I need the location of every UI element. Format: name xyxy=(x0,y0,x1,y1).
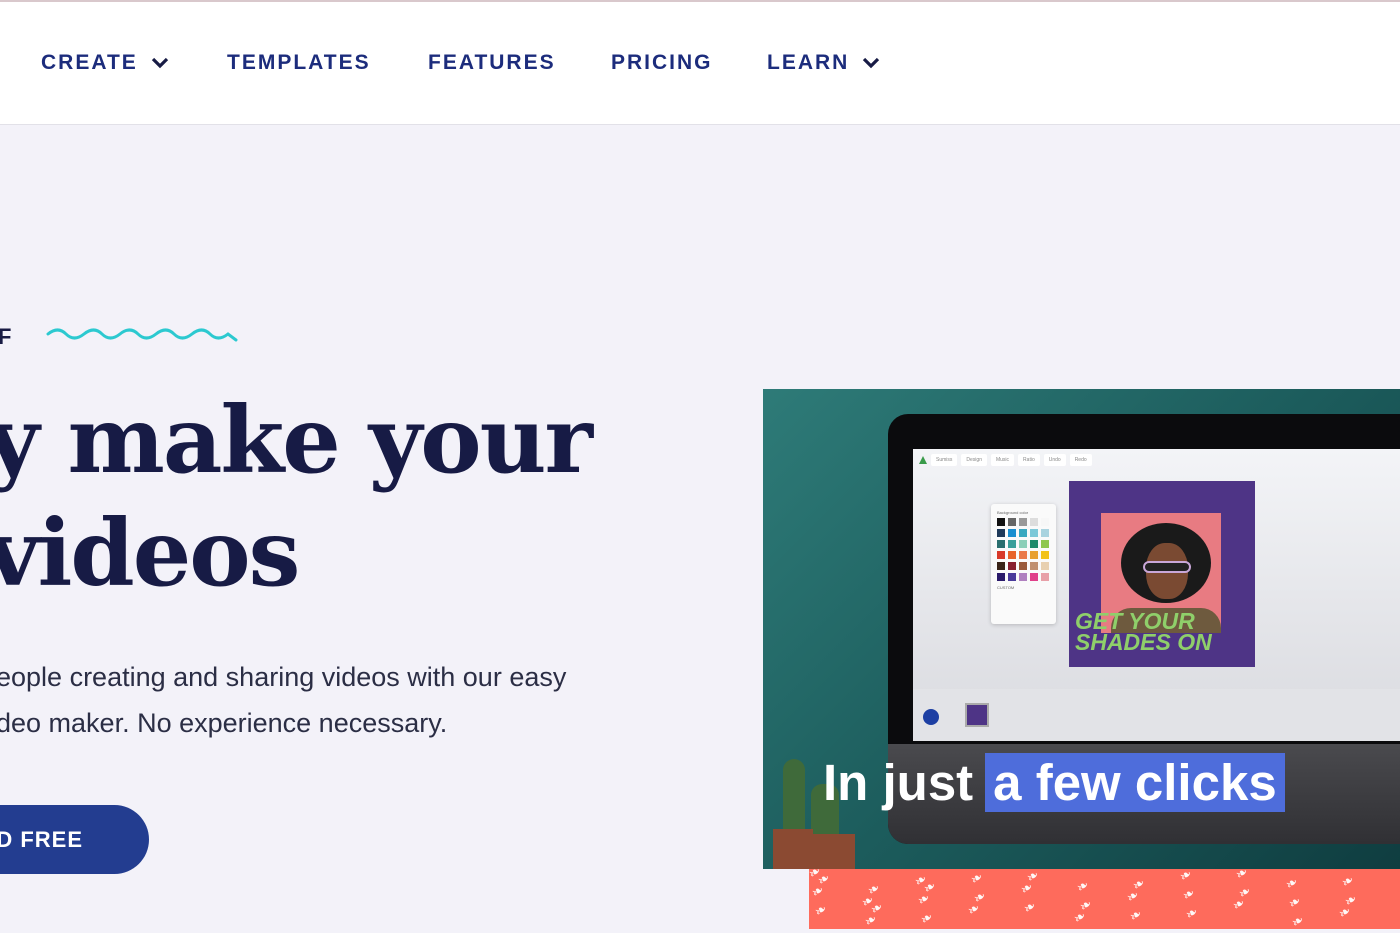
color-swatch xyxy=(1019,518,1027,526)
nav-item-label: TEMPLATES xyxy=(227,51,371,74)
feather-pattern-mark: ❧ xyxy=(967,868,986,889)
feather-pattern-mark: ❧ xyxy=(1182,903,1201,924)
nav-item-pricing[interactable]: PRICING xyxy=(611,50,713,76)
color-swatch xyxy=(1030,540,1038,548)
nav-item-templates[interactable]: TEMPLATES xyxy=(227,50,371,76)
editor-screen: Sumiss Design Music Ratio Undo Redo Back… xyxy=(913,449,1400,741)
color-swatch xyxy=(997,562,1005,570)
color-swatch xyxy=(1008,562,1016,570)
color-swatch xyxy=(1019,551,1027,559)
nav-item-label: PRICING xyxy=(611,51,713,74)
color-swatch xyxy=(1030,518,1038,526)
color-swatch xyxy=(1041,529,1049,537)
color-swatch xyxy=(1008,573,1016,581)
timeline xyxy=(913,689,1400,741)
nav-item-label: FEATURES xyxy=(428,51,556,74)
coral-pattern-band: ❧ ❧ ❧ ❧ ❧ ❧ ❧ ❧ ❧ ❧ ❧ ❧ ❧ ❧ ❧ ❧ ❧ ❧ ❧ ❧ ❧ ❧ ❧ ❧ ❧ ❧ ❧ ❧ ❧ ❧ ❧ ❧ ❧ ❧ ❧ ❧ xyxy=(809,868,1400,929)
hero-subtext: eople creating and sharing videos with o… xyxy=(0,654,566,746)
cactus-decoration xyxy=(783,759,805,829)
cta-button[interactable]: D FREE xyxy=(0,805,149,874)
headline-line-1: y make your xyxy=(0,386,593,494)
promo-line-2: SHADES ON xyxy=(1075,629,1212,655)
color-swatch xyxy=(1019,540,1027,548)
color-swatch xyxy=(1030,551,1038,559)
color-swatch xyxy=(1008,518,1016,526)
feather-pattern-mark: ❧ xyxy=(917,908,936,929)
feather-pattern-mark: ❧ xyxy=(1073,876,1092,897)
pot-decoration xyxy=(807,834,855,869)
nav-item-learn[interactable]: LEARN xyxy=(767,50,881,76)
palette-custom-label: CUSTOM xyxy=(997,585,1015,590)
nav-item-features[interactable]: FEATURES xyxy=(428,50,556,76)
subtext-line-2: deo maker. No experience necessary. xyxy=(0,708,448,738)
color-swatch xyxy=(1030,562,1038,570)
feather-pattern-mark: ❧ xyxy=(1285,892,1304,913)
scene-thumbnail xyxy=(965,703,989,727)
color-swatch xyxy=(997,518,1005,526)
color-swatch xyxy=(997,529,1005,537)
feather-pattern-mark: ❧ xyxy=(1176,868,1195,886)
caption-highlight: a few clicks xyxy=(985,753,1285,812)
color-palette: Background color CUSTOM xyxy=(991,504,1056,624)
color-swatch xyxy=(997,540,1005,548)
feather-pattern-mark: ❧ xyxy=(1288,911,1307,929)
color-swatch xyxy=(1008,540,1016,548)
hero-headline: y make your videos xyxy=(0,384,593,610)
wave-decoration xyxy=(46,328,238,342)
swatch-grid xyxy=(997,518,1050,581)
feather-pattern-mark: ❧ xyxy=(1179,884,1198,905)
chevron-down-icon xyxy=(151,57,168,69)
main-nav: CREATE TEMPLATES FEATURES PRICING LEARN xyxy=(0,2,1400,125)
color-swatch xyxy=(1030,529,1038,537)
color-swatch xyxy=(1019,529,1027,537)
color-swatch xyxy=(1019,562,1027,570)
subtext-line-1: eople creating and sharing videos with o… xyxy=(0,662,567,692)
color-swatch xyxy=(1041,573,1049,581)
color-swatch xyxy=(997,573,1005,581)
feather-pattern-mark: ❧ xyxy=(1232,868,1251,884)
editor-toolbar: Sumiss Design Music Ratio Undo Redo xyxy=(913,449,1400,471)
design-canvas: GET YOUR SHADES ON xyxy=(1069,481,1255,667)
color-swatch xyxy=(997,551,1005,559)
toolbar-button: Sumiss xyxy=(931,454,958,466)
palette-title: Background color xyxy=(997,510,1029,515)
feather-pattern-mark: ❧ xyxy=(1282,873,1301,894)
toolbar-button: Undo xyxy=(1043,454,1066,466)
feather-pattern-mark: ❧ xyxy=(1126,905,1145,926)
toolbar-button: Redo xyxy=(1069,454,1092,466)
chevron-down-icon xyxy=(863,57,880,69)
color-swatch xyxy=(1041,551,1049,559)
logo-icon xyxy=(919,456,927,464)
hero-video[interactable]: Sumiss Design Music Ratio Undo Redo Back… xyxy=(763,389,1400,869)
nav-item-label: LEARN xyxy=(767,51,850,74)
caption-plain: In just xyxy=(823,754,974,811)
toolbar-button: Ratio xyxy=(1018,454,1040,466)
sunglasses-shape xyxy=(1143,561,1191,573)
promo-text: GET YOUR SHADES ON xyxy=(1075,610,1212,655)
nav-item-create[interactable]: CREATE xyxy=(41,50,170,76)
video-caption: In just a few clicks xyxy=(823,753,1285,812)
toolbar-button: Music xyxy=(990,454,1015,466)
play-icon xyxy=(923,709,939,725)
feather-pattern-mark: ❧ xyxy=(811,900,830,921)
color-swatch xyxy=(1041,562,1049,570)
color-swatch xyxy=(1041,518,1049,526)
color-swatch xyxy=(1041,540,1049,548)
color-swatch xyxy=(1008,551,1016,559)
color-swatch xyxy=(1019,573,1027,581)
nav-item-label: CREATE xyxy=(41,51,138,74)
feather-pattern-mark: ❧ xyxy=(1338,871,1357,892)
feather-pattern-mark: ❧ xyxy=(1020,897,1039,918)
color-swatch xyxy=(1008,529,1016,537)
toolbar-button: Design xyxy=(961,454,987,466)
cta-label: D FREE xyxy=(0,826,83,852)
headline-line-2: videos xyxy=(0,499,300,607)
color-swatch xyxy=(1030,573,1038,581)
hero-eyebrow: F xyxy=(0,324,14,349)
